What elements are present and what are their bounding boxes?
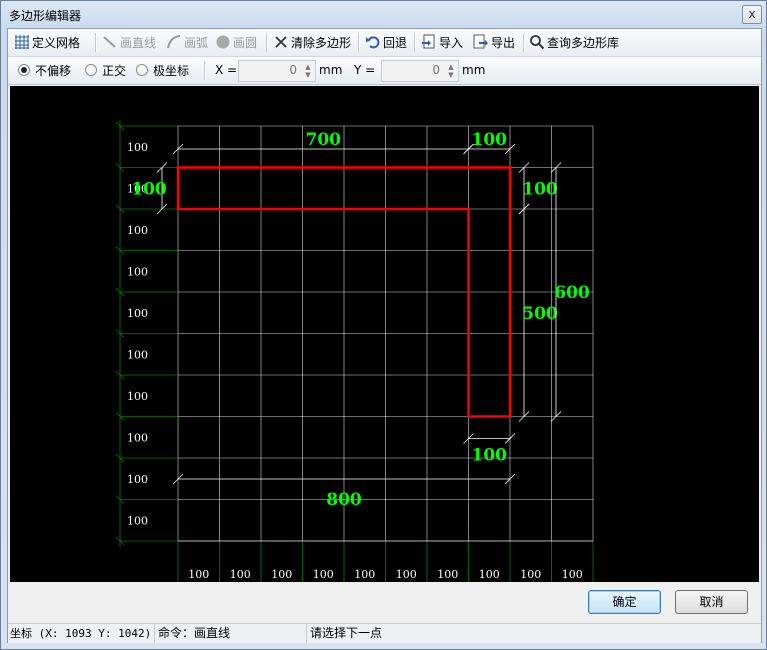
dim-right-top-label: 100 <box>522 179 558 199</box>
dim-top-width-label: 700 <box>306 130 342 150</box>
col-label: 100 <box>230 568 251 581</box>
draw-arc-label: 画弧 <box>184 36 209 50</box>
magnifier-icon <box>530 35 545 50</box>
ok-button[interactable]: 确定 <box>588 590 661 614</box>
dim-right-total-label: 600 <box>554 283 590 303</box>
export-label: 导出 <box>491 36 516 50</box>
close-icon: x <box>748 7 756 21</box>
col-label: 100 <box>479 568 500 581</box>
line-icon <box>103 36 116 48</box>
x-spinbox[interactable]: 0 ▲ ▼ <box>238 60 316 82</box>
row-label: 100 <box>127 141 148 154</box>
options-toolbar: 不偏移 正交 极坐标 X = 0 ▲ ▼ mm Y = 0 ▲ ▼ mm <box>8 57 761 85</box>
dim-bottom-leg-label: 100 <box>472 446 508 466</box>
drawing-canvas[interactable]: 100 100 100 100 100 100 100 100 100 100 100 100 100 1… <box>10 86 759 582</box>
y-unit: mm <box>462 63 486 77</box>
dim-left-height-label: 100 <box>131 179 167 199</box>
toolbar-separator <box>523 33 525 52</box>
y-label: Y = <box>354 63 376 77</box>
status-command: 命令：画直线 <box>156 624 307 643</box>
toolbar-separator <box>95 33 97 52</box>
export-icon <box>473 34 488 49</box>
close-button[interactable]: x <box>742 5 762 24</box>
arc-icon <box>167 35 181 49</box>
row-label: 100 <box>127 307 148 320</box>
col-label: 100 <box>313 568 334 581</box>
dim-top-right-label: 100 <box>472 130 508 150</box>
radio-polar[interactable]: 极坐标 <box>136 63 189 79</box>
row-label: 100 <box>127 473 148 486</box>
col-label: 100 <box>520 568 541 581</box>
spin-up-icon[interactable]: ▲ <box>303 63 313 71</box>
status-prompt: 请选择下一点 <box>310 626 383 640</box>
polygon-editor-window: 多边形编辑器 x 定义网格 画直线 画弧 画圆 清除多边形 回退 导入 导出 查… <box>0 0 767 650</box>
row-label: 100 <box>127 224 148 237</box>
x-unit: mm <box>319 63 343 77</box>
draw-arc-button[interactable]: 画弧 <box>166 34 208 51</box>
radio-polar-label: 极坐标 <box>153 64 190 78</box>
dim-total-width-label: 800 <box>326 490 362 510</box>
x-label: X = <box>215 63 238 77</box>
title-bar: 多边形编辑器 x <box>1 1 766 27</box>
row-label: 100 <box>127 348 148 361</box>
export-button[interactable]: 导出 <box>473 34 515 51</box>
clear-polygon-button[interactable]: 清除多边形 <box>273 34 351 51</box>
dim-right-lower-label: 500 <box>522 304 558 324</box>
radio-dot <box>136 64 148 76</box>
row-label: 100 <box>127 514 148 527</box>
cancel-button[interactable]: 取消 <box>675 590 748 614</box>
row-label: 100 <box>127 265 148 278</box>
radio-dot <box>85 64 97 76</box>
main-toolbar: 定义网格 画直线 画弧 画圆 清除多边形 回退 导入 导出 查询多边形库 <box>8 29 761 57</box>
col-label: 100 <box>354 568 375 581</box>
spin-down-icon[interactable]: ▼ <box>446 71 456 79</box>
x-icon <box>275 36 287 48</box>
col-label: 100 <box>437 568 458 581</box>
row-label: 100 <box>127 390 148 403</box>
draw-circle-label: 画圆 <box>233 36 258 50</box>
col-label: 100 <box>562 568 583 581</box>
toolbar-separator <box>414 33 416 52</box>
radio-dot-selected <box>18 64 30 76</box>
y-value: 0 <box>432 63 440 77</box>
undo-label: 回退 <box>383 36 408 50</box>
col-label: 100 <box>188 568 209 581</box>
cad-drawing[interactable]: 100 100 100 100 100 100 100 100 100 100 100 100 100 1… <box>10 86 759 582</box>
undo-icon <box>366 36 380 49</box>
draw-circle-button[interactable]: 画圆 <box>215 34 257 51</box>
spin-up-icon[interactable]: ▲ <box>446 63 456 71</box>
import-icon <box>422 34 435 49</box>
grid-icon <box>15 35 29 49</box>
radio-orthogonal-label: 正交 <box>102 64 127 78</box>
toolbar-separator <box>204 61 206 80</box>
clear-polygon-label: 清除多边形 <box>291 36 352 50</box>
import-button[interactable]: 导入 <box>421 34 463 51</box>
status-bar: 坐标 (X: 1093 Y: 1042) 命令：画直线 请选择下一点 <box>8 623 761 643</box>
circle-icon <box>216 35 230 49</box>
radio-no-offset[interactable]: 不偏移 <box>18 63 71 79</box>
x-value: 0 <box>289 63 297 77</box>
define-grid-button[interactable]: 定义网格 <box>14 34 80 51</box>
status-coordinates: 坐标 (X: 1093 Y: 1042) <box>8 624 155 643</box>
radio-orthogonal[interactable]: 正交 <box>85 63 126 79</box>
define-grid-label: 定义网格 <box>32 36 81 50</box>
query-library-label: 查询多边形库 <box>547 36 620 50</box>
y-spinbox[interactable]: 0 ▲ ▼ <box>381 60 459 82</box>
window-title: 多边形编辑器 <box>9 9 82 23</box>
draw-line-button[interactable]: 画直线 <box>102 34 156 51</box>
client-area: 定义网格 画直线 画弧 画圆 清除多边形 回退 导入 导出 查询多边形库 不偏移… <box>7 28 762 643</box>
spin-down-icon[interactable]: ▼ <box>303 71 313 79</box>
import-label: 导入 <box>439 36 464 50</box>
draw-line-label: 画直线 <box>120 36 157 50</box>
toolbar-separator <box>266 33 268 52</box>
undo-button[interactable]: 回退 <box>365 34 407 51</box>
col-label: 100 <box>396 568 417 581</box>
radio-no-offset-label: 不偏移 <box>35 64 72 78</box>
col-label: 100 <box>271 568 292 581</box>
toolbar-separator <box>358 33 360 52</box>
row-label: 100 <box>127 431 148 444</box>
query-library-button[interactable]: 查询多边形库 <box>529 34 619 51</box>
